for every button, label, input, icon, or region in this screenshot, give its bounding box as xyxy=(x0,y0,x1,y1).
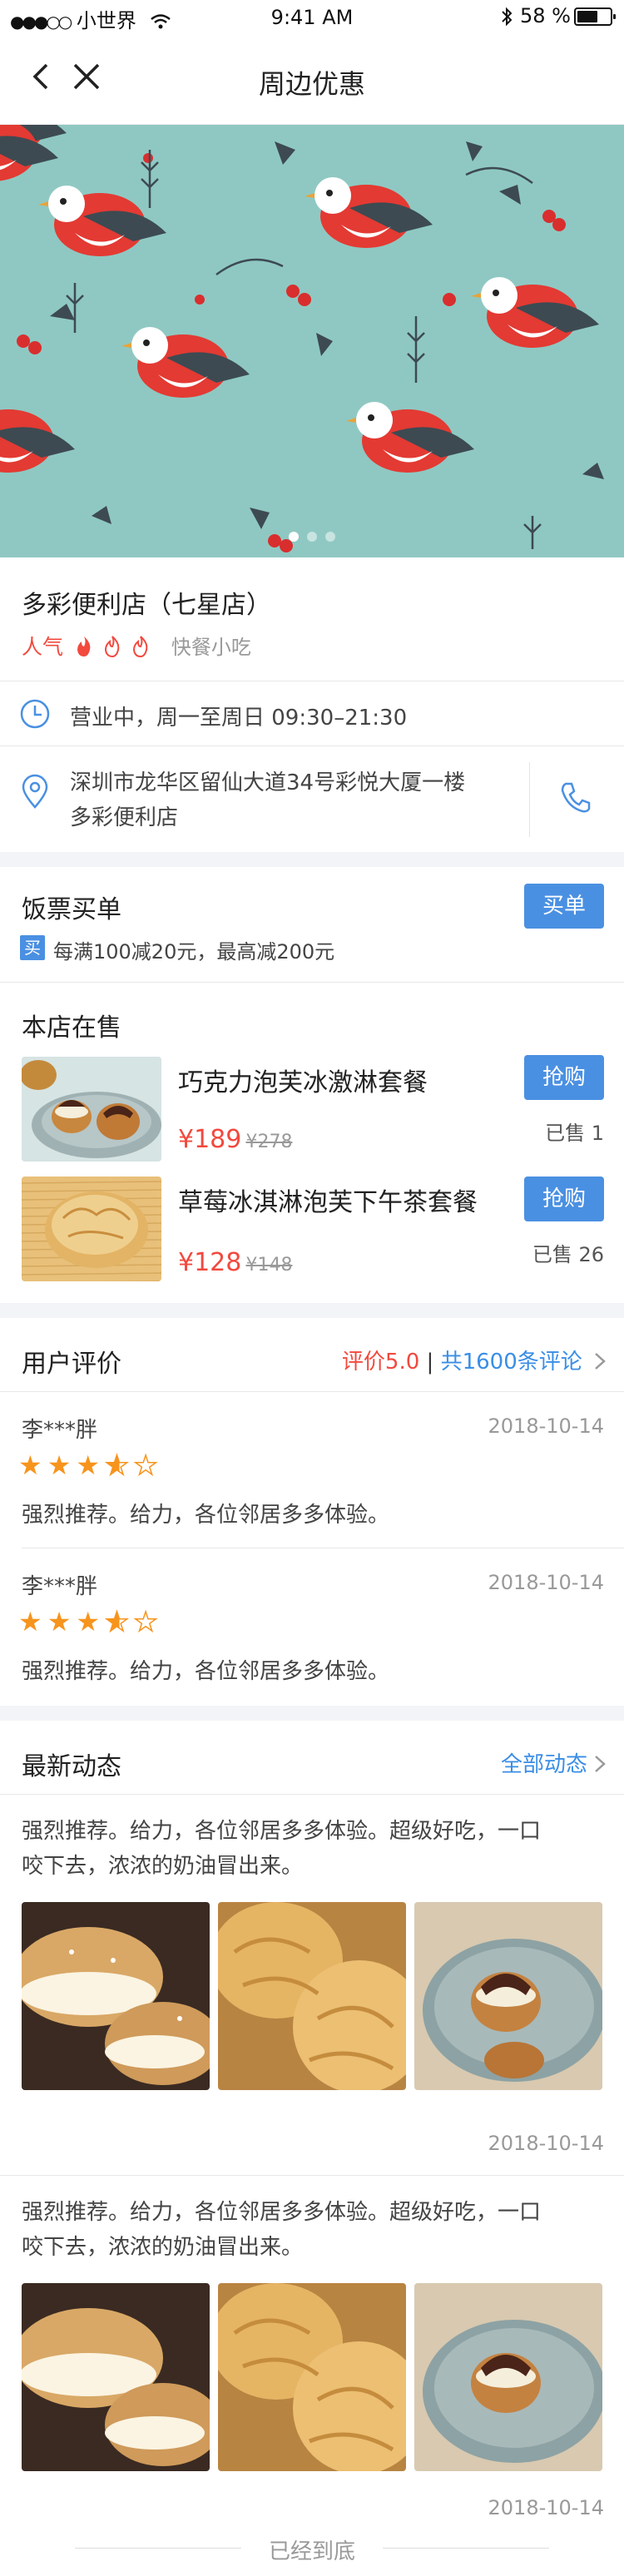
news-photo[interactable] xyxy=(218,2283,406,2471)
news-title: 最新动态 xyxy=(22,1752,121,1781)
pager-dot[interactable] xyxy=(289,532,299,542)
buy-now-button[interactable]: 抢购 xyxy=(524,1055,604,1100)
section-gap xyxy=(0,1706,624,1721)
star-icon: ★ xyxy=(76,1606,106,1637)
star-icon: ★ xyxy=(133,1449,163,1482)
page-title: 周边优惠 xyxy=(258,68,365,100)
nav-bar: 周边优惠 xyxy=(0,33,624,125)
news-photo[interactable] xyxy=(22,1902,210,2090)
popularity-label: 人气 xyxy=(22,635,64,659)
price-row: ¥189 ¥278 xyxy=(178,1125,292,1154)
store-name: 多彩便利店（七星店） xyxy=(22,591,271,620)
chevron-right-icon xyxy=(595,1353,606,1370)
product-price: ¥128 xyxy=(178,1248,242,1277)
star-icon: ★ xyxy=(47,1449,77,1481)
banner-image[interactable] xyxy=(0,125,624,557)
address-line: 多彩便利店 xyxy=(70,805,179,830)
vertical-divider xyxy=(529,762,530,837)
star-icon: ★ xyxy=(18,1606,47,1637)
star-icon: ★ xyxy=(18,1449,47,1481)
star-icon: ★ xyxy=(47,1606,77,1637)
reviews-title: 用户评价 xyxy=(22,1350,121,1379)
reviews-summary[interactable]: 评价5.0 | 共1600条评论 xyxy=(342,1345,607,1375)
news-date: 2018-10-14 xyxy=(488,2496,604,2519)
news-text: 强烈推荐。给力，各位邻居多多体验。超级好吃，一口 咬下去，浓浓的奶油冒出来。 xyxy=(22,2195,541,2265)
news-photo[interactable] xyxy=(22,2283,210,2471)
discount-tag: 买 xyxy=(20,935,45,960)
news-line: 强烈推荐。给力，各位邻居多多体验。超级好吃，一口 xyxy=(22,2200,542,2225)
battery-percent: 58 % xyxy=(520,4,571,27)
review-score: 评价5.0 xyxy=(341,1350,420,1375)
original-price: ¥278 xyxy=(245,1132,293,1152)
review-text: 强烈推荐。给力，各位邻居多多体验。 xyxy=(22,1659,390,1684)
address-line: 深圳市龙华区留仙大道34号彩悦大厦一楼 xyxy=(70,770,466,795)
flame-icon xyxy=(104,636,120,658)
product-name[interactable]: 草莓冰淇淋泡芙下午茶套餐 xyxy=(178,1181,478,1218)
divider xyxy=(0,1391,624,1392)
clock-icon xyxy=(20,699,50,729)
section-gap xyxy=(0,1303,624,1318)
status-right: 58 % xyxy=(500,4,616,27)
news-text: 强烈推荐。给力，各位邻居多多体验。超级好吃，一口 咬下去，浓浓的奶油冒出来。 xyxy=(22,1814,541,1884)
sold-count: 已售 26 xyxy=(532,1243,604,1266)
product-name[interactable]: 巧克力泡芙冰激淋套餐 xyxy=(178,1062,428,1098)
bluetooth-icon xyxy=(502,7,513,27)
pay-button[interactable]: 买单 xyxy=(524,884,604,929)
news-date: 2018-10-14 xyxy=(488,2132,604,2155)
pager-dot[interactable] xyxy=(307,532,317,542)
rating-stars: ★★★★★ xyxy=(18,1605,163,1638)
divider xyxy=(0,2175,624,2176)
news-photo[interactable] xyxy=(414,1902,602,2090)
original-price: ¥148 xyxy=(245,1255,293,1276)
bird-pattern-illustration xyxy=(0,125,624,557)
flame-icon xyxy=(77,637,91,656)
flame-icon xyxy=(132,636,148,658)
star-icon: ★ xyxy=(133,1605,163,1638)
product-image[interactable] xyxy=(22,1057,161,1162)
review-count: 共1600条评论 xyxy=(440,1350,582,1375)
pager-dot[interactable] xyxy=(325,532,335,542)
product-image[interactable] xyxy=(22,1177,161,1281)
separator: | xyxy=(426,1350,434,1375)
news-line: 咬下去，浓浓的奶油冒出来。 xyxy=(22,2235,304,2260)
status-bar: ●●●○○ 小世界 9:41 AM 58 % xyxy=(0,0,624,33)
chevron-right-icon xyxy=(595,1756,606,1772)
store-address[interactable]: 深圳市龙华区留仙大道34号彩悦大厦一楼 多彩便利店 xyxy=(70,765,465,835)
section-gap xyxy=(0,852,624,867)
end-label: 已经到底 xyxy=(268,2539,355,2564)
voucher-title: 饭票买单 xyxy=(22,895,121,924)
review-date: 2018-10-14 xyxy=(488,1571,604,1594)
divider xyxy=(0,982,624,983)
battery-icon xyxy=(574,7,616,26)
review-text: 强烈推荐。给力，各位邻居多多体验。 xyxy=(22,1503,390,1528)
price-row: ¥128 ¥148 xyxy=(178,1248,292,1277)
news-line: 强烈推荐。给力，各位邻居多多体验。超级好吃，一口 xyxy=(22,1819,542,1844)
location-icon xyxy=(22,774,48,809)
popularity-row: 人气 快餐小吃 xyxy=(22,631,251,661)
star-icon: ★ xyxy=(104,1449,134,1482)
store-category: 快餐小吃 xyxy=(171,636,251,659)
news-photo[interactable] xyxy=(218,1902,406,2090)
star-icon: ★ xyxy=(104,1605,134,1638)
end-of-list: 已经到底 xyxy=(0,2524,624,2576)
news-line: 咬下去，浓浓的奶油冒出来。 xyxy=(22,1854,304,1879)
news-photo[interactable] xyxy=(414,2283,602,2471)
business-hours: 营业中，周一至周日 09:30–21:30 xyxy=(70,706,408,731)
on-sale-title: 本店在售 xyxy=(22,1013,121,1043)
banner-pager[interactable] xyxy=(0,529,624,545)
discount-desc: 每满100减20元，最高减200元 xyxy=(53,940,335,964)
all-news-link[interactable]: 全部动态 xyxy=(501,1747,607,1778)
rating-stars: ★★★★★ xyxy=(18,1449,163,1482)
all-news-label: 全部动态 xyxy=(500,1752,587,1777)
sold-count: 已售 1 xyxy=(545,1122,604,1145)
buy-now-button[interactable]: 抢购 xyxy=(524,1177,604,1221)
product-price: ¥189 xyxy=(178,1125,242,1154)
phone-icon[interactable] xyxy=(557,779,594,815)
reviewer-name: 李***胖 xyxy=(22,1418,98,1443)
divider xyxy=(0,1794,624,1795)
review-date: 2018-10-14 xyxy=(488,1414,604,1438)
reviewer-name: 李***胖 xyxy=(22,1574,98,1599)
star-icon: ★ xyxy=(76,1449,106,1481)
